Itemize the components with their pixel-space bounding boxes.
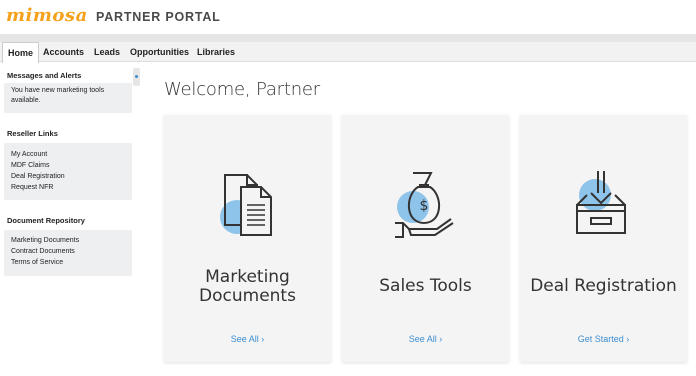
card-title-line1: Marketing — [205, 267, 290, 287]
link-my-account[interactable]: My Account — [11, 151, 47, 158]
header-divider — [0, 34, 696, 42]
see-all-link[interactable]: See All › — [342, 334, 509, 344]
message-text-line1: You have new marketing tools — [11, 87, 105, 94]
card-sales-tools[interactable]: $ Sales Tools See All › — [342, 115, 509, 362]
tab-leads[interactable]: Leads — [94, 42, 120, 62]
welcome-heading: Welcome, Partner — [164, 79, 320, 100]
tab-home[interactable]: Home — [2, 42, 40, 63]
documents-icon — [219, 174, 272, 236]
see-all-link[interactable]: See All › — [164, 334, 331, 344]
get-started-link[interactable]: Get Started › — [520, 334, 687, 344]
main-nav: Home Accounts Leads Opportunities Librar… — [0, 42, 696, 63]
card-title: Sales Tools — [379, 276, 472, 296]
link-mdf-claims[interactable]: MDF Claims — [11, 162, 50, 169]
message-text-line2: available. — [11, 97, 41, 104]
portal-title: PARTNER PORTAL — [96, 10, 221, 24]
svg-text:$: $ — [419, 198, 428, 214]
money-bag-hand-icon: $ — [394, 172, 454, 238]
header: mimosa PARTNER PORTAL — [0, 0, 696, 34]
sidebar-collapse-button[interactable] — [133, 68, 140, 86]
reseller-links-title: Reseller Links — [7, 129, 58, 138]
link-deal-registration[interactable]: Deal Registration — [11, 173, 65, 180]
messages-box: You have new marketing tools available. — [4, 83, 132, 113]
inbox-download-icon — [575, 171, 626, 234]
link-marketing-documents[interactable]: Marketing Documents — [11, 237, 79, 244]
messages-title: Messages and Alerts — [7, 71, 82, 80]
link-request-nfr[interactable]: Request NFR — [11, 184, 53, 191]
tab-accounts[interactable]: Accounts — [43, 42, 84, 62]
card-marketing-documents[interactable]: Marketing Documents See All › — [164, 115, 331, 362]
link-contract-documents[interactable]: Contract Documents — [11, 248, 75, 255]
card-title: Deal Registration — [530, 276, 677, 296]
card-title-line2: Documents — [199, 286, 296, 306]
mimosa-logo[interactable]: mimosa — [6, 5, 88, 26]
document-repository-title: Document Repository — [7, 216, 85, 225]
link-terms-of-service[interactable]: Terms of Service — [11, 259, 63, 266]
tab-libraries[interactable]: Libraries — [197, 42, 235, 62]
card-deal-registration[interactable]: Deal Registration Get Started › — [520, 115, 687, 362]
tab-opportunities[interactable]: Opportunities — [130, 42, 189, 62]
